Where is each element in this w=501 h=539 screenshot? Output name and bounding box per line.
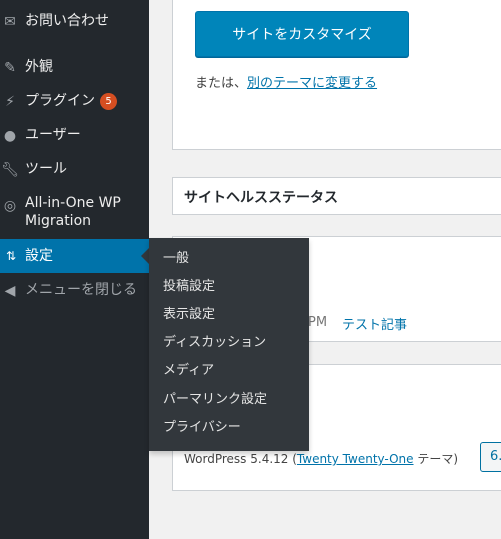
submenu-item-media[interactable]: メディア: [163, 363, 214, 379]
or-text-line: または、別のテーマに変更する: [195, 72, 377, 91]
time-partial: PM: [308, 315, 328, 330]
sidebar-item-appearance[interactable]: ✎ 外観: [0, 58, 149, 78]
submenu-item-general[interactable]: 一般: [163, 251, 189, 267]
sidebar-item-label: 設定: [25, 248, 53, 264]
change-theme-link[interactable]: 別のテーマに変更する: [247, 76, 377, 91]
wp-version-text: WordPress 5.4.12 (: [184, 452, 297, 466]
wp-version-line: WordPress 5.4.12 (Twenty Twenty-One テーマ): [184, 450, 458, 467]
sidebar-item-label: All-in-One WP Migration: [25, 195, 121, 229]
settings-submenu: 一般 投稿設定 表示設定 ディスカッション メディア パーマリンク設定 プライバ…: [149, 238, 309, 451]
sidebar-item-label: 外観: [25, 59, 53, 75]
or-text: または、: [195, 76, 248, 91]
test-post-link[interactable]: テスト記事: [342, 314, 407, 333]
sidebar-item-label: ツール: [25, 161, 67, 177]
admin-sidebar: ✉ お問い合わせ ✎ 外観 ⚡ プラグイン 5 ● ユーザー 🔧︎ ツール ◎ A…: [0, 0, 149, 539]
flyout-arrow: [141, 248, 149, 264]
wrench-icon: 🔧︎: [1, 162, 19, 178]
sidebar-item-tools[interactable]: 🔧︎ ツール: [0, 160, 149, 180]
settings-icon: ⇅: [5, 249, 17, 263]
submenu-item-privacy[interactable]: プライバシー: [163, 420, 241, 436]
submenu-item-reading[interactable]: 表示設定: [163, 307, 215, 323]
sidebar-item-label: メニューを閉じる: [25, 282, 137, 298]
submenu-item-permalinks[interactable]: パーマリンク設定: [163, 392, 267, 408]
plugin-icon: ⚡: [5, 94, 15, 110]
mail-icon: ✉: [4, 14, 16, 30]
user-icon: ●: [3, 128, 17, 144]
submenu-item-discussion[interactable]: ディスカッション: [163, 335, 266, 351]
theme-suffix: テーマ): [413, 452, 459, 466]
sidebar-item-contact[interactable]: ✉ お問い合わせ: [0, 12, 149, 32]
sidebar-item-label-wrap: プラグイン 5: [25, 92, 117, 110]
customize-site-button[interactable]: サイトをカスタマイズ: [195, 11, 409, 57]
sidebar-item-users[interactable]: ● ユーザー: [0, 126, 149, 146]
sidebar-item-settings[interactable]: ⇅ 設定: [0, 239, 149, 273]
sidebar-item-plugins[interactable]: ⚡ プラグイン 5: [0, 92, 149, 112]
collapse-icon: ◀: [4, 283, 16, 299]
migration-icon: ◎: [3, 198, 17, 214]
collapse-menu-button[interactable]: ◀ メニューを閉じる: [0, 281, 149, 301]
paintbrush-icon: ✎: [4, 60, 16, 76]
sidebar-item-label: お問い合わせ: [25, 13, 109, 29]
update-button-partial[interactable]: 6.: [480, 442, 501, 472]
sidebar-item-migration[interactable]: ◎ All-in-One WP Migration: [0, 194, 149, 234]
site-health-title: サイトヘルスステータス: [184, 190, 338, 206]
update-count-badge: 5: [100, 93, 117, 110]
sidebar-item-label: プラグイン: [25, 93, 95, 109]
sidebar-item-label: ユーザー: [25, 127, 81, 143]
theme-link[interactable]: Twenty Twenty-One: [297, 452, 414, 466]
submenu-item-writing[interactable]: 投稿設定: [163, 279, 215, 295]
